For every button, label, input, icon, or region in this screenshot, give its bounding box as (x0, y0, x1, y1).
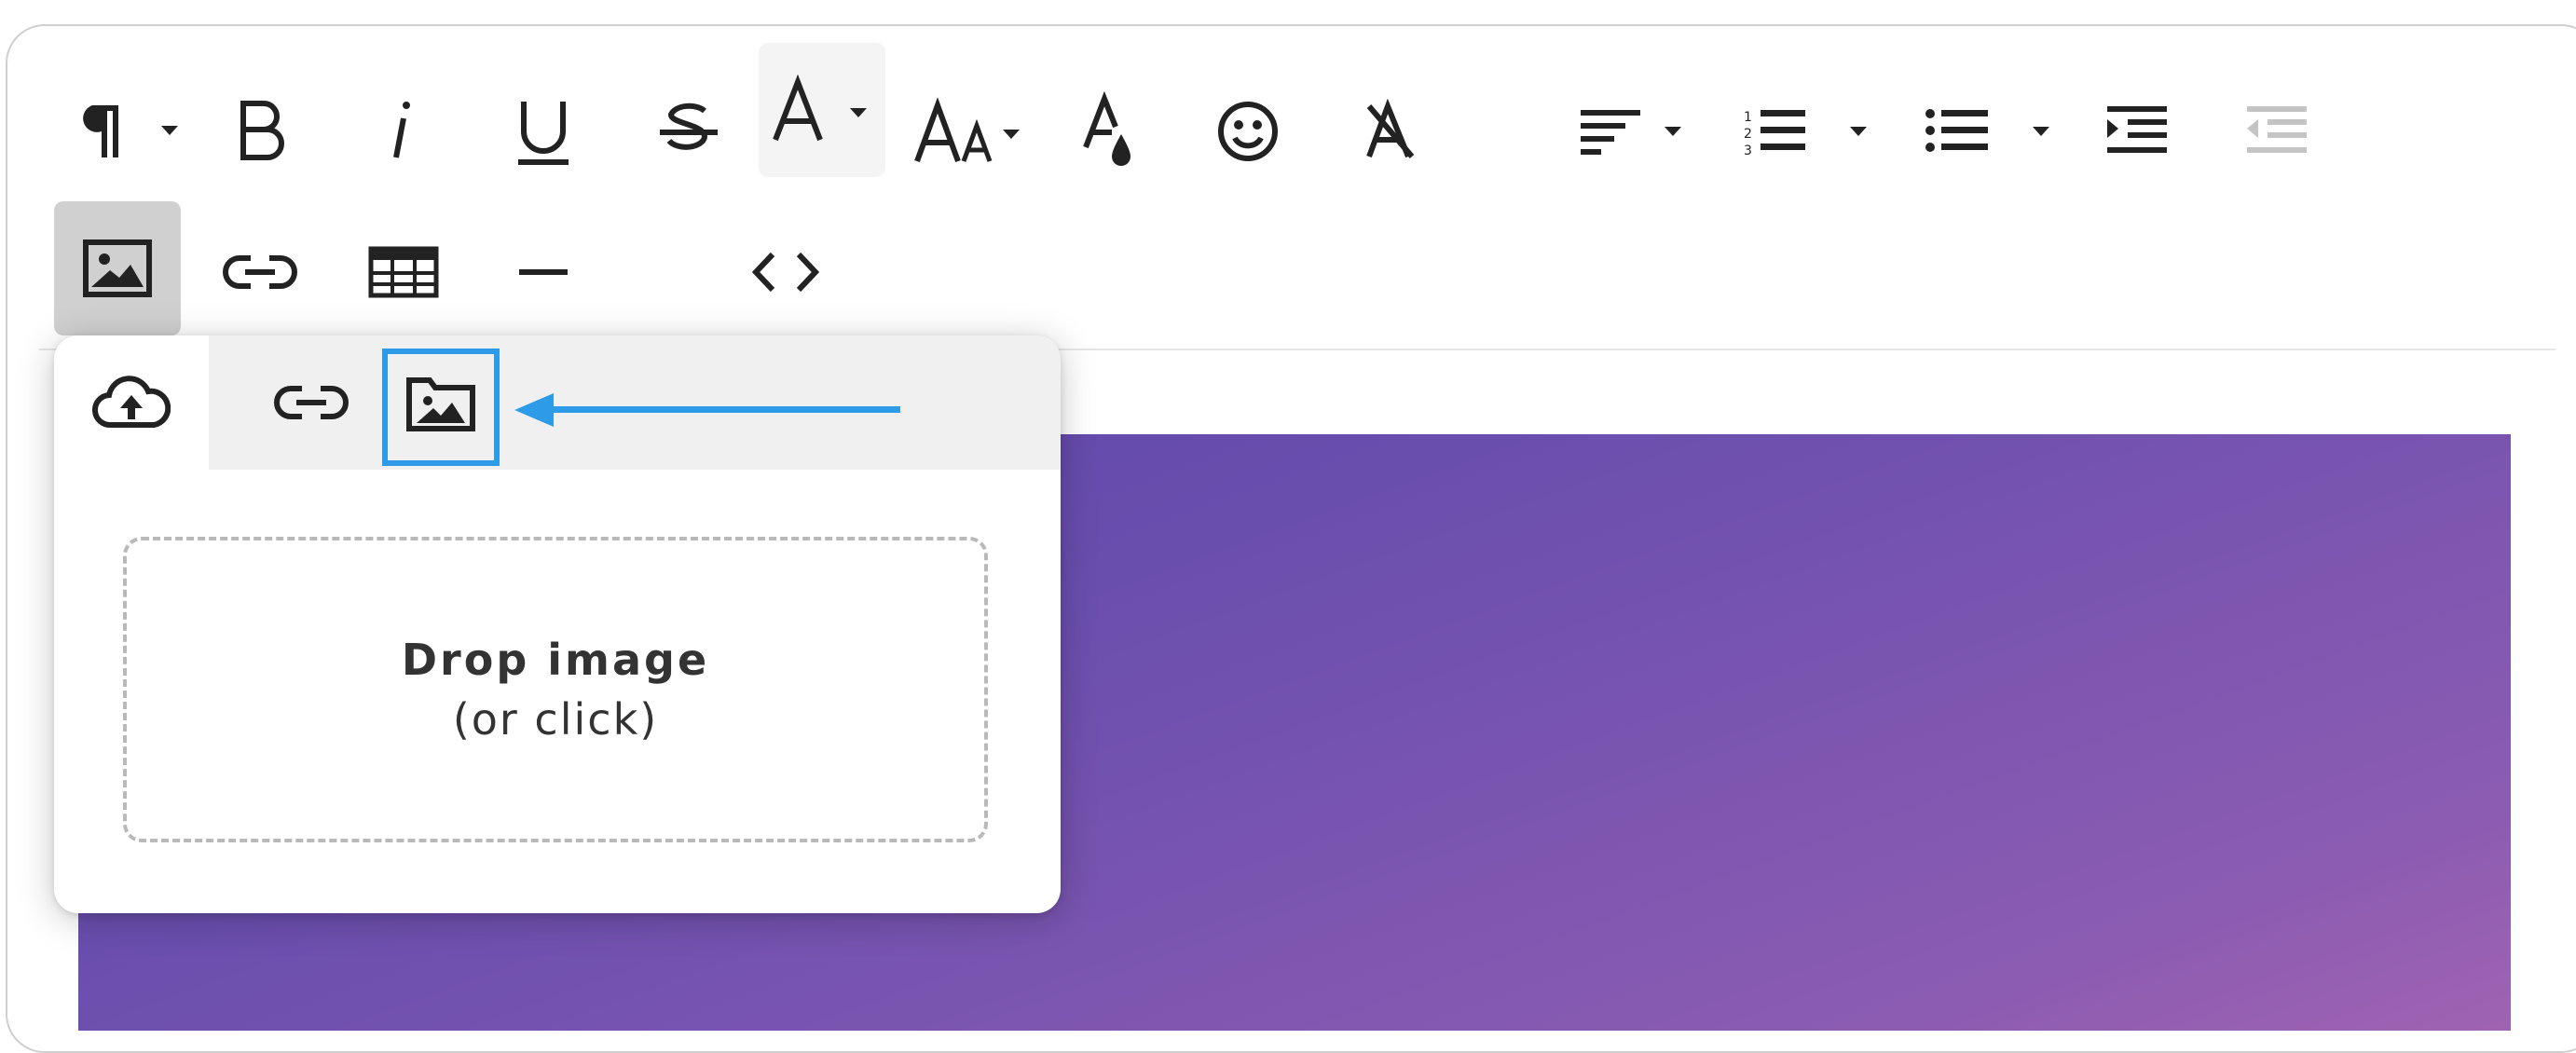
insert-image-button[interactable] (54, 201, 181, 335)
tab-by-url[interactable] (246, 335, 377, 470)
emoticons-button[interactable] (1206, 71, 1290, 192)
underline-icon (518, 102, 569, 165)
table-icon (368, 246, 439, 298)
indent-icon (2107, 106, 2167, 153)
italic-icon (393, 102, 410, 158)
bold-button[interactable] (220, 71, 304, 192)
link-icon (223, 255, 297, 289)
bold-icon (240, 101, 284, 160)
font-icon (773, 74, 867, 142)
text-color-button[interactable] (1066, 71, 1150, 192)
italic-button[interactable] (362, 71, 445, 192)
image-icon (83, 239, 152, 297)
outdent-button[interactable] (2235, 71, 2319, 192)
strikethrough-button[interactable] (647, 71, 731, 192)
paragraph-format-button[interactable] (73, 71, 194, 192)
strikethrough-icon (660, 103, 718, 150)
insert-table-button[interactable] (362, 226, 445, 319)
indent-button[interactable] (2095, 71, 2179, 192)
ordered-list-button[interactable]: 1 2 3 (1735, 71, 1884, 192)
outdent-icon (2247, 106, 2307, 153)
font-size-icon (914, 97, 1020, 163)
font-family-button[interactable] (759, 43, 885, 177)
font-size-button[interactable] (911, 71, 1033, 192)
bullet-list-icon (1925, 109, 2049, 152)
underline-button[interactable] (501, 71, 585, 192)
align-left-icon (1581, 110, 1681, 155)
pilcrow-icon (83, 105, 178, 157)
insert-link-button[interactable] (218, 226, 302, 319)
pointer-arrow-icon (514, 393, 900, 427)
align-button[interactable] (1573, 71, 1694, 192)
cloud-upload-icon (92, 376, 171, 429)
smiley-icon (1218, 102, 1278, 161)
svg-text:2: 2 (1744, 127, 1752, 142)
hr-icon (519, 269, 568, 275)
ordered-list-icon: 1 2 3 (1744, 110, 1867, 158)
tab-upload[interactable] (54, 335, 209, 470)
text-color-icon (1083, 90, 1130, 166)
link-icon (274, 386, 349, 419)
clear-formatting-button[interactable] (1348, 71, 1432, 192)
dropzone-subtitle: (or click) (452, 694, 659, 745)
horizontal-line-button[interactable] (501, 226, 585, 319)
code-icon (751, 252, 820, 293)
clear-format-icon (1366, 99, 1415, 158)
svg-text:1: 1 (1744, 110, 1752, 125)
highlight-box (382, 349, 500, 466)
svg-text:3: 3 (1744, 144, 1752, 158)
image-dropzone[interactable]: Drop image (or click) (123, 537, 988, 842)
dropzone-title: Drop image (401, 635, 710, 685)
unordered-list-button[interactable] (1916, 71, 2065, 192)
code-view-button[interactable] (744, 226, 828, 319)
